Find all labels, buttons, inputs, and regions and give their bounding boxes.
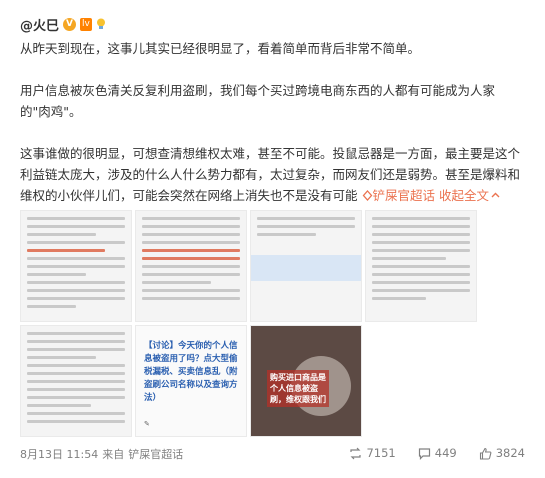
author-name[interactable]: @火巳 [20, 15, 59, 34]
super-topic-icon [362, 190, 372, 201]
repost-count: 7151 [366, 446, 396, 460]
image-thumb-4[interactable] [365, 210, 477, 322]
post-date[interactable]: 8月13日 11:54 [20, 446, 98, 462]
comment-count: 449 [434, 446, 457, 460]
image-thumb-6[interactable]: 【讨论】今天你的个人信息被盗用了吗？点大型偷税漏税、买卖信息乱（附盗刷公司名称以… [135, 325, 247, 437]
image-thumb-7[interactable]: 购买进口商品是个人信息被盗刷，维权跟我们 [250, 325, 362, 437]
source-prefix: 来自 [102, 448, 125, 461]
verified-icon: V [63, 17, 77, 31]
post-text: 从昨天到现在，这事儿其实已经很明显了，看着简单而背后非常不简单。 用户信息被灰色… [20, 38, 525, 206]
repost-button[interactable]: 7151 [349, 446, 396, 460]
post-header: @火巳 V lv [20, 14, 106, 34]
thumbs-up-icon [479, 447, 492, 460]
level-icon: lv [80, 17, 92, 31]
like-count: 3824 [495, 446, 525, 460]
like-button[interactable]: 3824 [479, 446, 525, 460]
dark-image-title: 购买进口商品是个人信息被盗刷，维权跟我们 [267, 370, 329, 407]
image-thumb-2[interactable] [135, 210, 247, 322]
repost-icon [350, 447, 362, 459]
paragraph-2: 用户信息被灰色清关反复利用盗刷，我们每个买过跨境电商东西的人都有可能成为人家的"… [20, 83, 496, 119]
lightbulb-icon [96, 18, 105, 29]
image-thumb-3[interactable] [250, 210, 362, 322]
image-thumb-1[interactable] [20, 210, 132, 322]
image-thumb-5[interactable] [20, 325, 132, 437]
hashtag-label: 铲屎官超话 [372, 188, 436, 203]
image-thumb-8 [365, 325, 477, 437]
hashtag-link[interactable]: 铲屎官超话 [362, 188, 440, 203]
source-link[interactable]: 铲屎官超话 [128, 446, 183, 462]
collapse-label: 收起全文 [439, 188, 490, 203]
chevron-up-icon [491, 192, 500, 198]
comment-button[interactable]: 449 [418, 446, 457, 460]
paragraph-3: 这事谁做的很明显，可想查清想维权太难，甚至不可能。投鼠忌器是一方面，最主要是这个… [20, 143, 525, 206]
comment-icon [418, 447, 430, 460]
post-actions: 7151 449 3824 [349, 446, 525, 460]
topic-image-footer: ✎ [144, 420, 150, 428]
post-footer: 8月13日 11:54 来自 铲屎官超话 7151 449 3824 [20, 446, 525, 462]
paragraph-1: 从昨天到现在，这事儿其实已经很明显了，看着简单而背后非常不简单。 [20, 41, 421, 56]
topic-image-title: 【讨论】今天你的个人信息被盗用了吗？点大型偷税漏税、买卖信息乱（附盗刷公司名称以… [144, 341, 238, 403]
collapse-button[interactable]: 收起全文 [439, 188, 500, 203]
